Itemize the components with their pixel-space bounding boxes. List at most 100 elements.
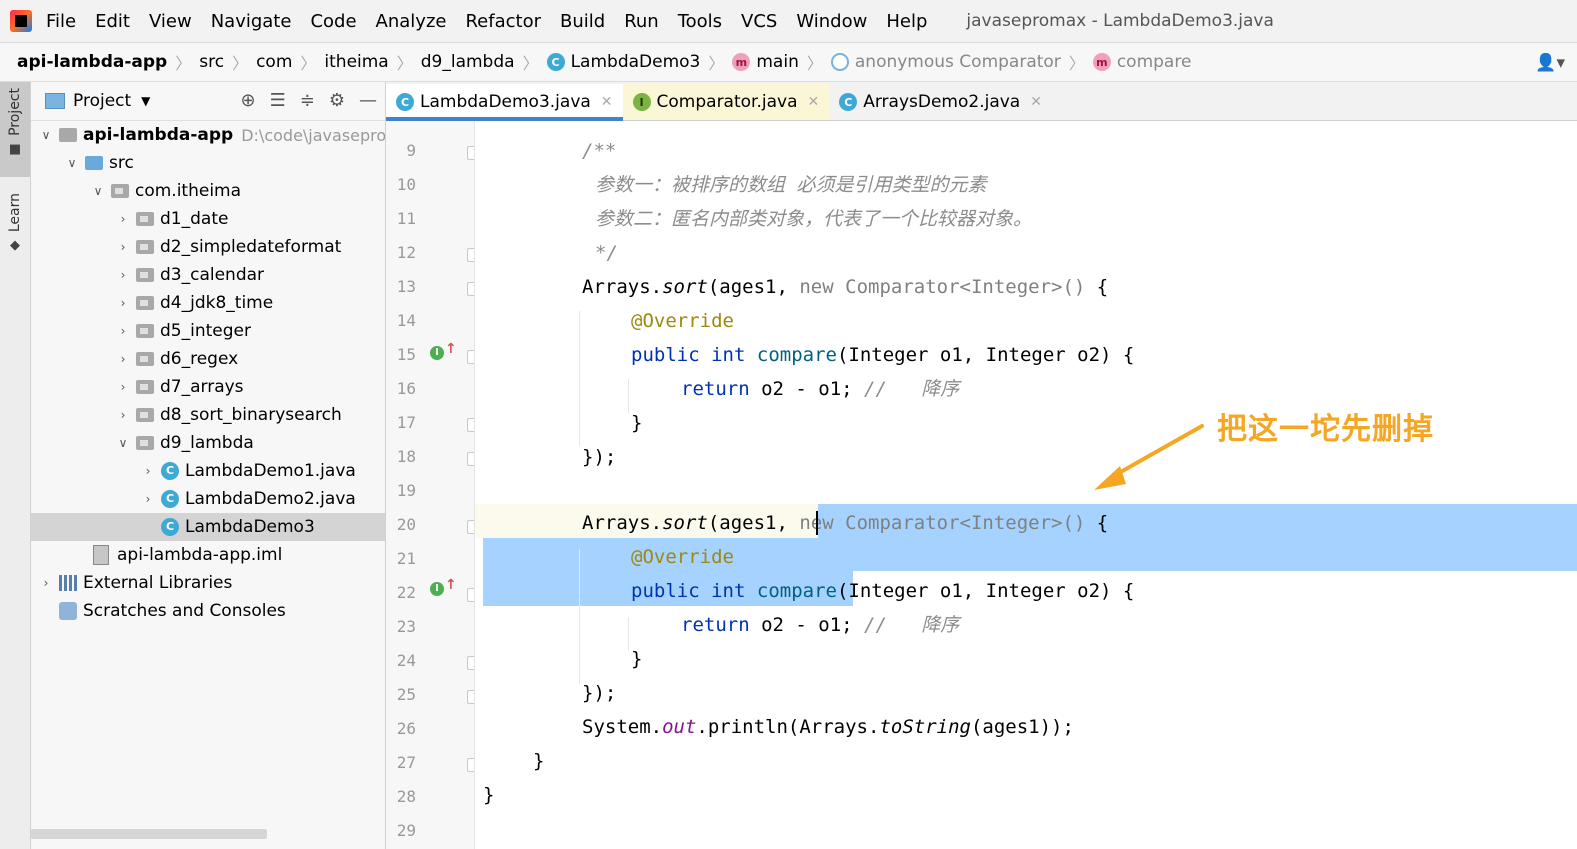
- override-marker-icon[interactable]: I: [430, 342, 457, 360]
- breadcrumb-project[interactable]: api-lambda-app: [17, 52, 167, 72]
- chevron-down-icon[interactable]: ∨: [116, 436, 130, 450]
- menu-edit[interactable]: Edit: [95, 11, 130, 32]
- anonymous-class-icon: [830, 53, 849, 71]
- chevron-right-icon[interactable]: ›: [141, 464, 155, 478]
- chevron-down-icon[interactable]: ∨: [91, 184, 105, 198]
- menu-view[interactable]: View: [149, 11, 192, 32]
- tree-item-label: d6_regex: [160, 349, 239, 369]
- chevron-down-icon[interactable]: ∨: [39, 128, 53, 142]
- tree-item-external-libraries[interactable]: › External Libraries: [31, 569, 385, 597]
- menu-code[interactable]: Code: [310, 11, 356, 32]
- locate-icon[interactable]: ⊕: [241, 90, 256, 111]
- tree-item-lambdademo1[interactable]: › C LambdaDemo1.java: [31, 457, 385, 485]
- breadcrumb-method-main[interactable]: m main: [732, 52, 799, 72]
- chevron-right-icon[interactable]: ›: [116, 296, 130, 310]
- tree-item-d6-regex[interactable]: › d6_regex: [31, 345, 385, 373]
- breadcrumb-com[interactable]: com: [256, 52, 292, 72]
- tree-item-lambdademo3[interactable]: C LambdaDemo3: [31, 513, 385, 541]
- tree-item-d1-date[interactable]: › d1_date: [31, 205, 385, 233]
- fold-marker-icon[interactable]: [467, 690, 474, 704]
- chevron-right-icon[interactable]: ›: [116, 380, 130, 394]
- menu-build[interactable]: Build: [560, 11, 605, 32]
- side-tab-project[interactable]: Project ■: [0, 82, 30, 177]
- tree-item-src[interactable]: ∨ src: [31, 149, 385, 177]
- code-token: toString: [879, 716, 971, 738]
- breadcrumb-d9-lambda[interactable]: d9_lambda: [421, 52, 515, 72]
- horizontal-scrollbar[interactable]: [31, 829, 267, 839]
- tree-item-d8-sort-binarysearch[interactable]: › d8_sort_binarysearch: [31, 401, 385, 429]
- chevron-right-icon[interactable]: ›: [116, 352, 130, 366]
- class-icon: C: [161, 490, 179, 508]
- tab-label: ArraysDemo2.java: [863, 92, 1021, 112]
- user-icon[interactable]: 👤▾: [1535, 53, 1565, 73]
- breadcrumb-class[interactable]: C LambdaDemo3: [546, 52, 700, 72]
- menu-window[interactable]: Window: [796, 11, 867, 32]
- tree-item-d7-arrays[interactable]: › d7_arrays: [31, 373, 385, 401]
- tab-lambdademo3[interactable]: C LambdaDemo3.java ✕: [386, 84, 623, 121]
- breadcrumb-itheima[interactable]: itheima: [324, 52, 388, 72]
- tree-item-d9-lambda[interactable]: ∨ d9_lambda: [31, 429, 385, 457]
- menu-analyze[interactable]: Analyze: [376, 11, 447, 32]
- close-icon[interactable]: ✕: [1030, 94, 1042, 110]
- package-icon: [136, 212, 154, 226]
- hide-icon[interactable]: —: [359, 90, 377, 111]
- chevron-right-icon[interactable]: ›: [116, 212, 130, 226]
- tree-item-d3-calendar[interactable]: › d3_calendar: [31, 261, 385, 289]
- menu-vcs[interactable]: VCS: [741, 11, 777, 32]
- menu-tools[interactable]: Tools: [678, 11, 722, 32]
- fold-marker-icon[interactable]: [467, 282, 474, 296]
- menu-refactor[interactable]: Refactor: [465, 11, 541, 32]
- chevron-right-icon[interactable]: ›: [116, 324, 130, 338]
- breadcrumb-anonymous[interactable]: anonymous Comparator: [830, 52, 1061, 72]
- expand-all-icon[interactable]: ☰: [270, 90, 286, 111]
- tree-item-scratches[interactable]: Scratches and Consoles: [31, 597, 385, 625]
- chevron-right-icon[interactable]: ›: [39, 576, 53, 590]
- fold-marker-icon[interactable]: [467, 452, 474, 466]
- fold-marker-icon[interactable]: [467, 248, 474, 262]
- chevron-right-icon[interactable]: ›: [116, 240, 130, 254]
- text-caret: [816, 511, 818, 535]
- override-marker-icon[interactable]: I: [430, 578, 457, 596]
- chevron-down-icon[interactable]: ∨: [65, 156, 79, 170]
- collapse-all-icon[interactable]: ≑: [300, 90, 315, 111]
- menu-run[interactable]: Run: [624, 11, 659, 32]
- tree-item-root[interactable]: ∨ api-lambda-app D:\code\javasepro: [31, 121, 385, 149]
- scratches-icon: [59, 602, 77, 620]
- tree-item-d4-jdk8-time[interactable]: › d4_jdk8_time: [31, 289, 385, 317]
- code-token: }: [533, 750, 545, 772]
- close-icon[interactable]: ✕: [601, 94, 613, 110]
- fold-marker-icon[interactable]: [467, 758, 474, 772]
- close-icon[interactable]: ✕: [808, 94, 820, 110]
- line-number: 18: [396, 447, 416, 466]
- tab-comparator[interactable]: I Comparator.java ✕: [622, 84, 830, 120]
- code-token: // 降序: [864, 614, 960, 636]
- project-view-selector[interactable]: Project ▼: [41, 91, 150, 111]
- tree-item-lambdademo2[interactable]: › C LambdaDemo2.java: [31, 485, 385, 513]
- chevron-right-icon[interactable]: ›: [141, 492, 155, 506]
- fold-marker-icon[interactable]: [467, 350, 474, 364]
- package-icon: [136, 324, 154, 338]
- chevron-right-icon[interactable]: ›: [116, 408, 130, 422]
- fold-marker-icon[interactable]: [467, 656, 474, 670]
- tree-item-d5-integer[interactable]: › d5_integer: [31, 317, 385, 345]
- fold-marker-icon[interactable]: [467, 588, 474, 602]
- code-editor[interactable]: /** 参数一：被排序的数组 必须是引用类型的元素 参数二：匿名内部类对象，代表…: [475, 121, 1577, 849]
- module-folder-icon: [59, 128, 77, 142]
- menu-help[interactable]: Help: [886, 11, 927, 32]
- chevron-right-icon[interactable]: ›: [116, 268, 130, 282]
- menu-file[interactable]: File: [46, 11, 76, 32]
- gear-icon[interactable]: ⚙: [329, 90, 345, 111]
- fold-marker-icon[interactable]: [467, 520, 474, 534]
- tree-item-iml[interactable]: api-lambda-app.iml: [31, 541, 385, 569]
- tab-arraysdemo2[interactable]: C ArraysDemo2.java ✕: [829, 84, 1052, 120]
- fold-marker-icon[interactable]: [467, 146, 474, 160]
- tree-item-package[interactable]: ∨ com.itheima: [31, 177, 385, 205]
- side-tab-learn[interactable]: Learn ◆: [0, 187, 30, 262]
- menu-navigate[interactable]: Navigate: [211, 11, 292, 32]
- breadcrumb-src[interactable]: src: [199, 52, 224, 72]
- fold-marker-icon[interactable]: [467, 418, 474, 432]
- indent-guide: [579, 311, 580, 446]
- breadcrumb-method-compare[interactable]: m compare: [1092, 52, 1191, 72]
- tree-item-d2-simpledateformat[interactable]: › d2_simpledateformat: [31, 233, 385, 261]
- code-token: Arrays.: [582, 276, 663, 298]
